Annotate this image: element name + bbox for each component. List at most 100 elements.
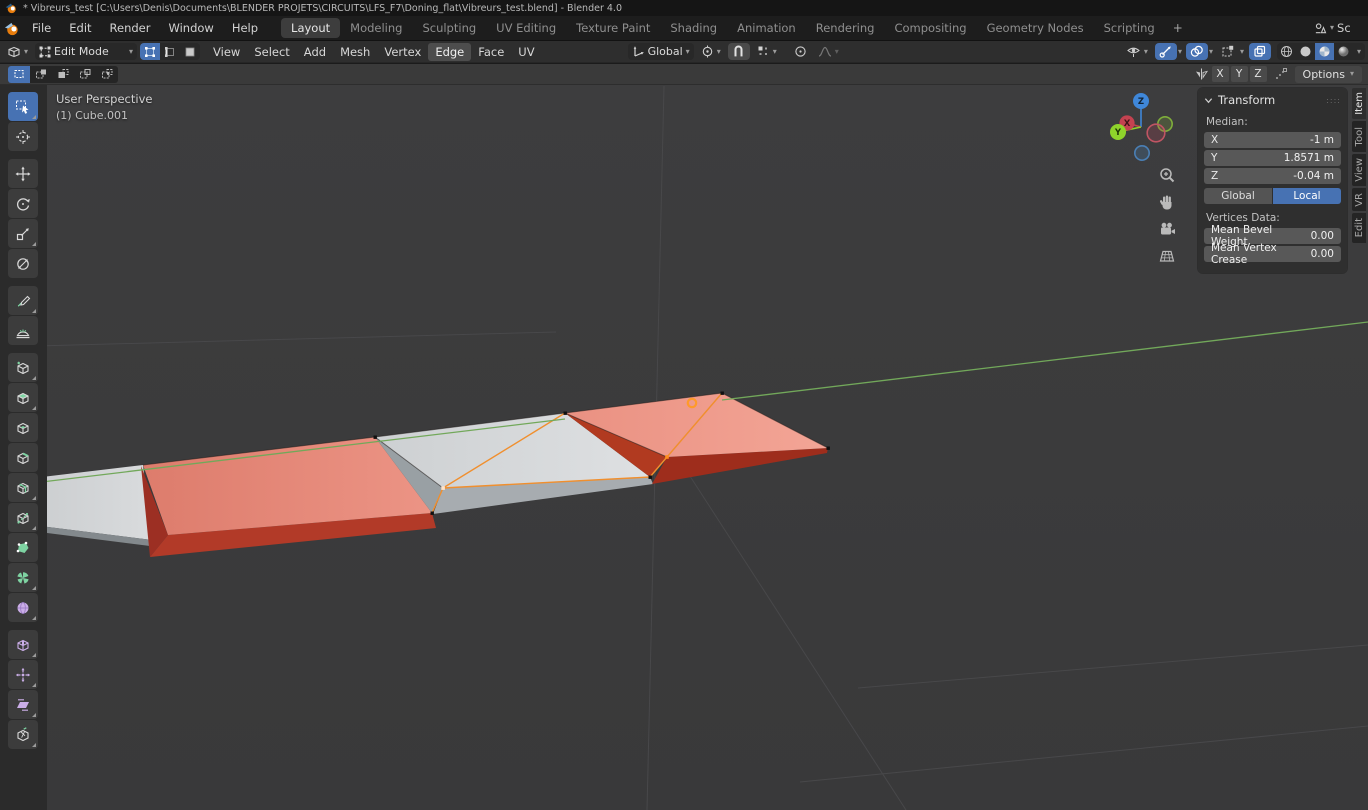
viewport-menu-select[interactable]: Select (247, 43, 296, 61)
axis-neg-z-ball[interactable] (1133, 144, 1150, 161)
zoom-icon[interactable] (1158, 166, 1176, 184)
tool-shear[interactable] (8, 690, 38, 719)
blender-menu-icon[interactable] (4, 21, 19, 36)
viewport-menu-view[interactable]: View (206, 43, 247, 61)
tool-annotate[interactable] (8, 286, 38, 315)
snap-increment-icon[interactable] (1274, 67, 1288, 81)
global-space-button[interactable]: Global (1204, 188, 1272, 204)
viewport-menu-face[interactable]: Face (471, 43, 511, 61)
menu-render[interactable]: Render (101, 18, 160, 38)
xray-options-dropdown[interactable] (1217, 43, 1239, 60)
tool-shrink-fatten[interactable] (8, 660, 38, 689)
proportional-falloff-dropdown[interactable]: ▾ (814, 43, 843, 60)
select-mode-set[interactable] (8, 65, 30, 83)
pan-hand-icon[interactable] (1158, 193, 1176, 211)
workspace-tab-compositing[interactable]: Compositing (884, 18, 976, 38)
add-workspace-button[interactable]: + (1165, 19, 1191, 37)
editor-type-button[interactable]: ▾ (3, 43, 32, 60)
tool-move[interactable] (8, 159, 38, 188)
menu-window[interactable]: Window (159, 18, 222, 38)
tool-rip-region[interactable] (8, 720, 38, 749)
tool-transform[interactable] (8, 249, 38, 278)
snap-with-dropdown[interactable]: ▾ (753, 43, 781, 60)
edge-select-button[interactable] (160, 43, 180, 60)
mode-dropdown[interactable]: Edit Mode ▾ (35, 43, 138, 60)
proportional-editing-toggle[interactable] (790, 43, 811, 60)
viewport-menu-vertex[interactable]: Vertex (377, 43, 428, 61)
snap-toggle[interactable] (727, 43, 750, 60)
tool-bevel[interactable] (8, 443, 38, 472)
mean-vertex-crease-field[interactable]: Mean Vertex Crease 0.00 (1204, 242, 1341, 266)
face-select-button[interactable] (180, 43, 200, 60)
shading-rendered-button[interactable] (1334, 43, 1353, 60)
mirror-x-button[interactable]: X (1211, 66, 1229, 82)
tab-item[interactable]: Item (1352, 88, 1366, 119)
menu-edit[interactable]: Edit (60, 18, 100, 38)
tab-edit[interactable]: Edit (1352, 213, 1366, 243)
tool-edge-slide[interactable] (8, 630, 38, 659)
median-y-field[interactable]: Y 1.8571 m (1204, 150, 1341, 166)
workspace-tab-sculpting[interactable]: Sculpting (412, 18, 486, 38)
select-mode-subtract[interactable] (52, 66, 74, 83)
tool-select-box[interactable] (8, 92, 38, 121)
tool-smooth[interactable] (8, 593, 38, 622)
vertex-select-button[interactable] (140, 43, 161, 60)
scene-selector[interactable]: ▾ Sc (1314, 21, 1368, 35)
transform-orientation-dropdown[interactable]: Global ▾ (627, 43, 694, 60)
tool-knife[interactable] (8, 503, 38, 532)
perspective-grid-icon[interactable] (1158, 247, 1176, 265)
shading-material-button[interactable] (1314, 43, 1334, 60)
tool-rotate[interactable] (8, 189, 38, 218)
workspace-tab-texture-paint[interactable]: Texture Paint (566, 18, 660, 38)
options-dropdown[interactable]: Options ▾ (1294, 65, 1362, 83)
local-space-button[interactable]: Local (1273, 188, 1341, 204)
select-mode-intersect[interactable] (96, 66, 118, 83)
transform-panel-header[interactable]: Transform :::: (1204, 88, 1341, 112)
tool-scale[interactable] (8, 219, 38, 248)
workspace-tab-rendering[interactable]: Rendering (806, 18, 885, 38)
mirror-y-button[interactable]: Y (1230, 66, 1248, 82)
workspace-tab-shading[interactable]: Shading (660, 18, 727, 38)
viewport-menu-add[interactable]: Add (297, 43, 333, 61)
workspace-tab-layout[interactable]: Layout (281, 18, 341, 38)
tool-spin[interactable] (8, 563, 38, 592)
tab-tool[interactable]: Tool (1352, 121, 1366, 152)
viewport-canvas[interactable]: User Perspective (1) Cube.001 Z X Y (0, 85, 1368, 810)
tool-extrude-region[interactable] (8, 383, 38, 412)
camera-view-icon[interactable] (1158, 220, 1176, 238)
edit-mode-icon (39, 46, 51, 57)
workspace-tab-uv-editing[interactable]: UV Editing (486, 18, 566, 38)
select-mode-extend[interactable] (30, 66, 52, 83)
mirror-z-button[interactable]: Z (1249, 66, 1267, 82)
menu-file[interactable]: File (23, 18, 60, 38)
menu-help[interactable]: Help (223, 18, 267, 38)
tool-add-cube[interactable] (8, 353, 38, 382)
workspace-tab-modeling[interactable]: Modeling (340, 18, 412, 38)
tool-measure[interactable] (8, 316, 38, 345)
show-overlays-toggle[interactable] (1185, 43, 1208, 60)
tool-inset-faces[interactable] (8, 413, 38, 442)
workspace-tab-animation[interactable]: Animation (727, 18, 806, 38)
workspace-tab-scripting[interactable]: Scripting (1094, 18, 1165, 38)
tool-loop-cut[interactable] (8, 473, 38, 502)
tab-vr[interactable]: VR (1352, 188, 1366, 211)
shading-wireframe-button[interactable] (1277, 43, 1296, 60)
tool-cursor[interactable] (8, 122, 38, 151)
toggle-xray-button[interactable] (1248, 43, 1271, 60)
viewport-menu-uv[interactable]: UV (511, 43, 541, 61)
tool-poly-build[interactable] (8, 533, 38, 562)
show-gizmo-toggle[interactable] (1154, 43, 1177, 60)
object-visibility-dropdown[interactable]: ▾ (1122, 43, 1152, 60)
shading-solid-button[interactable] (1296, 43, 1315, 60)
median-z-field[interactable]: Z -0.04 m (1204, 168, 1341, 184)
pivot-point-dropdown[interactable]: ▾ (697, 43, 725, 60)
select-mode-invert[interactable] (74, 66, 96, 83)
tab-view[interactable]: View (1352, 154, 1366, 186)
panel-grip-icon[interactable]: :::: (1326, 96, 1341, 105)
viewport-menu-edge[interactable]: Edge (428, 42, 472, 61)
viewport-menu-mesh[interactable]: Mesh (333, 43, 377, 61)
workspace-tab-geometry-nodes[interactable]: Geometry Nodes (977, 18, 1094, 38)
navigation-gizmo[interactable]: Z X Y (1100, 88, 1182, 170)
median-x-field[interactable]: X -1 m (1204, 132, 1341, 148)
axis-neg-x-ball[interactable] (1146, 123, 1166, 143)
